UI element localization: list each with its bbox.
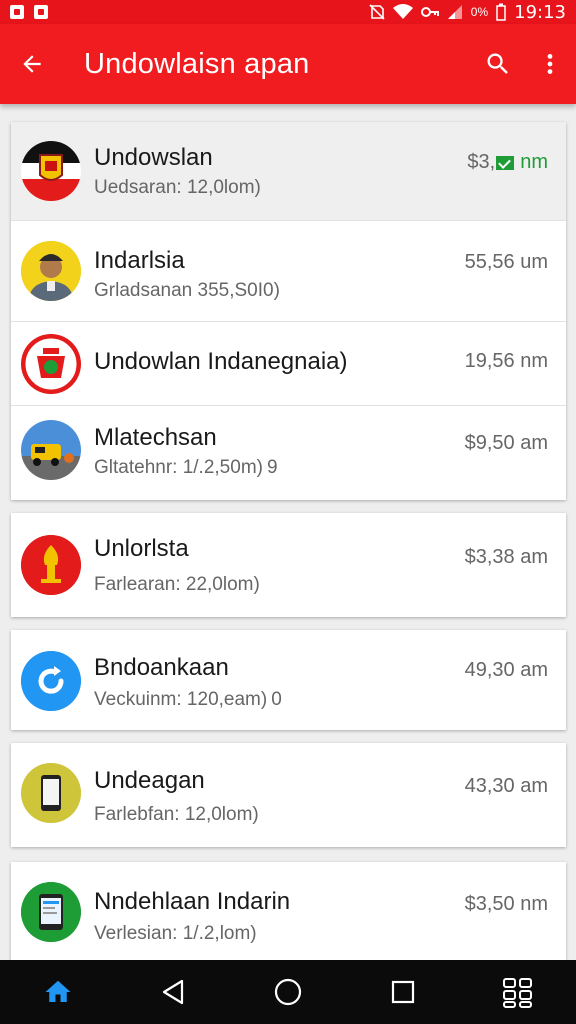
page-title: Undowlaisn apan [84,47,310,80]
list-item[interactable]: Bndoankaan Veckuinm: 120,eam) 0 49,30 am [11,630,566,730]
item-price: $3,50 nm [464,893,548,915]
system-nav-bar [0,960,576,1024]
list-item[interactable]: Undeagan Farlebfan: 12,0lom) 43,30 am [11,743,566,847]
notification-icon [10,5,24,19]
item-subtitle: Farlearan: 22,0lom) [94,574,260,595]
list-item[interactable]: Indarlsia Grladsanan 355,S0I0) 55,56 um [11,221,566,322]
item-subtitle-extra: 9 [266,457,278,478]
item-title: Undowslan [94,144,213,171]
item-trailing: 49,30 am [465,659,548,682]
list-card: Undowslan Uedsaran: 12,0lom) $3, nm Inda… [11,122,566,500]
list-card: Bndoankaan Veckuinm: 120,eam) 0 49,30 am [11,630,566,730]
app-avatar [21,420,81,480]
app-avatar [21,651,81,711]
more-vert-icon [547,54,553,74]
notification-icon [34,5,48,19]
item-trailing: 43,30 am [465,775,548,798]
item-price: 19,56 nm [464,350,548,372]
item-title: Unlorlsta [94,535,189,562]
item-subtitle: Gltatehnr: 1/.2,50m) 9 [94,457,278,479]
search-icon [487,53,508,74]
back-button[interactable] [0,32,64,96]
app-bar: Undowlaisn apan [0,24,576,104]
item-subtitle: Verlesian: 1/.2,lom) [94,923,257,944]
item-title: Mlatechsan [94,424,217,451]
app-avatar [21,763,81,823]
app-avatar [21,334,81,394]
item-subtitle: Grladsanan 355,S0I0) [94,280,280,301]
home-nav-button[interactable] [258,962,318,1022]
item-price: $9,50 am [464,432,548,454]
app-avatar [21,882,81,942]
triangle-back-icon [162,979,183,1005]
item-title: Indarlsia [94,247,185,274]
item-price: $3,38 am [464,546,548,568]
item-title: Undeagan [94,767,205,794]
overflow-menu-button[interactable] [524,32,576,96]
refresh-icon [21,651,81,711]
list-item[interactable]: Nndehlaan Indarin Verlesian: 1/.2,lom) $… [11,862,566,960]
home-icon [45,980,71,1002]
list-item[interactable]: Undowslan Uedsaran: 12,0lom) $3, nm [11,122,566,221]
back-nav-button[interactable] [143,962,203,1022]
battery-icon [496,3,506,21]
item-title: Undowlan Indanegnaia) [94,348,348,375]
recents-nav-button[interactable] [373,962,433,1022]
check-icon [496,155,515,170]
item-subtitle-text: Gltatehnr: 1/.2,50m) [94,457,263,478]
apps-nav-button[interactable] [488,962,548,1022]
battery-percent: 0% [470,5,489,19]
item-subtitle: Uedsaran: 12,0lom) [94,177,261,198]
item-trailing: $3,38 am [465,546,548,569]
item-price: $3, [467,151,496,173]
phone-icon [21,763,81,823]
item-price-suffix: nm [520,151,548,173]
item-trailing: $3,50 nm [465,893,548,916]
signal-icon [447,5,462,19]
status-bar: 0% 19:13 [0,0,576,24]
item-title: Bndoankaan [94,654,229,681]
vehicle-photo-icon [21,420,81,480]
item-subtitle-text: Veckuinm: 120,eam) [94,689,268,710]
home-tab-button[interactable] [28,962,88,1022]
list-item[interactable]: Mlatechsan Gltatehnr: 1/.2,50m) 9 $9,50 a… [11,406,566,500]
search-button[interactable] [472,32,524,96]
wifi-icon [392,4,413,19]
list-card: Unlorlsta Farlearan: 22,0lom) $3,38 am [11,513,566,617]
list-card: Undeagan Farlebfan: 12,0lom) 43,30 am [11,743,566,847]
arrow-back-icon [23,55,41,73]
no-sim-icon [369,4,385,20]
status-clock: 19:13 [514,1,566,23]
item-title: Nndehlaan Indarin [94,888,291,915]
item-price: 49,30 am [464,659,548,681]
item-trailing: $3, nm [467,151,548,174]
list-item[interactable]: Undowlan Indanegnaia) 19,56 nm [11,322,566,406]
app-list[interactable]: Undowslan Uedsaran: 12,0lom) $3, nm Inda… [0,104,576,960]
list-card: Nndehlaan Indarin Verlesian: 1/.2,lom) $… [11,862,566,960]
item-trailing: 55,56 um [465,251,548,274]
item-price: 55,56 um [464,251,548,273]
square-recents-icon [392,980,415,1004]
item-subtitle: Farlebfan: 12,0lom) [94,804,259,825]
phone-app-icon [21,882,81,942]
apps-grid-icon [503,978,533,1008]
item-subtitle: Veckuinm: 120,eam) 0 [94,689,282,711]
item-trailing: 19,56 nm [465,350,548,373]
red-crest-icon [21,334,81,394]
app-avatar [21,535,81,595]
list-item[interactable]: Unlorlsta Farlearan: 22,0lom) $3,38 am [11,513,566,617]
circle-home-icon [274,978,302,1006]
app-avatar [21,241,81,301]
item-trailing: $9,50 am [465,432,548,455]
app-avatar [21,141,81,201]
person-portrait-icon [21,241,81,301]
item-subtitle-extra: 0 [271,689,282,710]
golden-emblem-icon [21,535,81,595]
flag-emblem-icon [21,141,81,201]
vpn-key-icon [420,7,439,17]
item-price: 43,30 am [464,775,548,797]
